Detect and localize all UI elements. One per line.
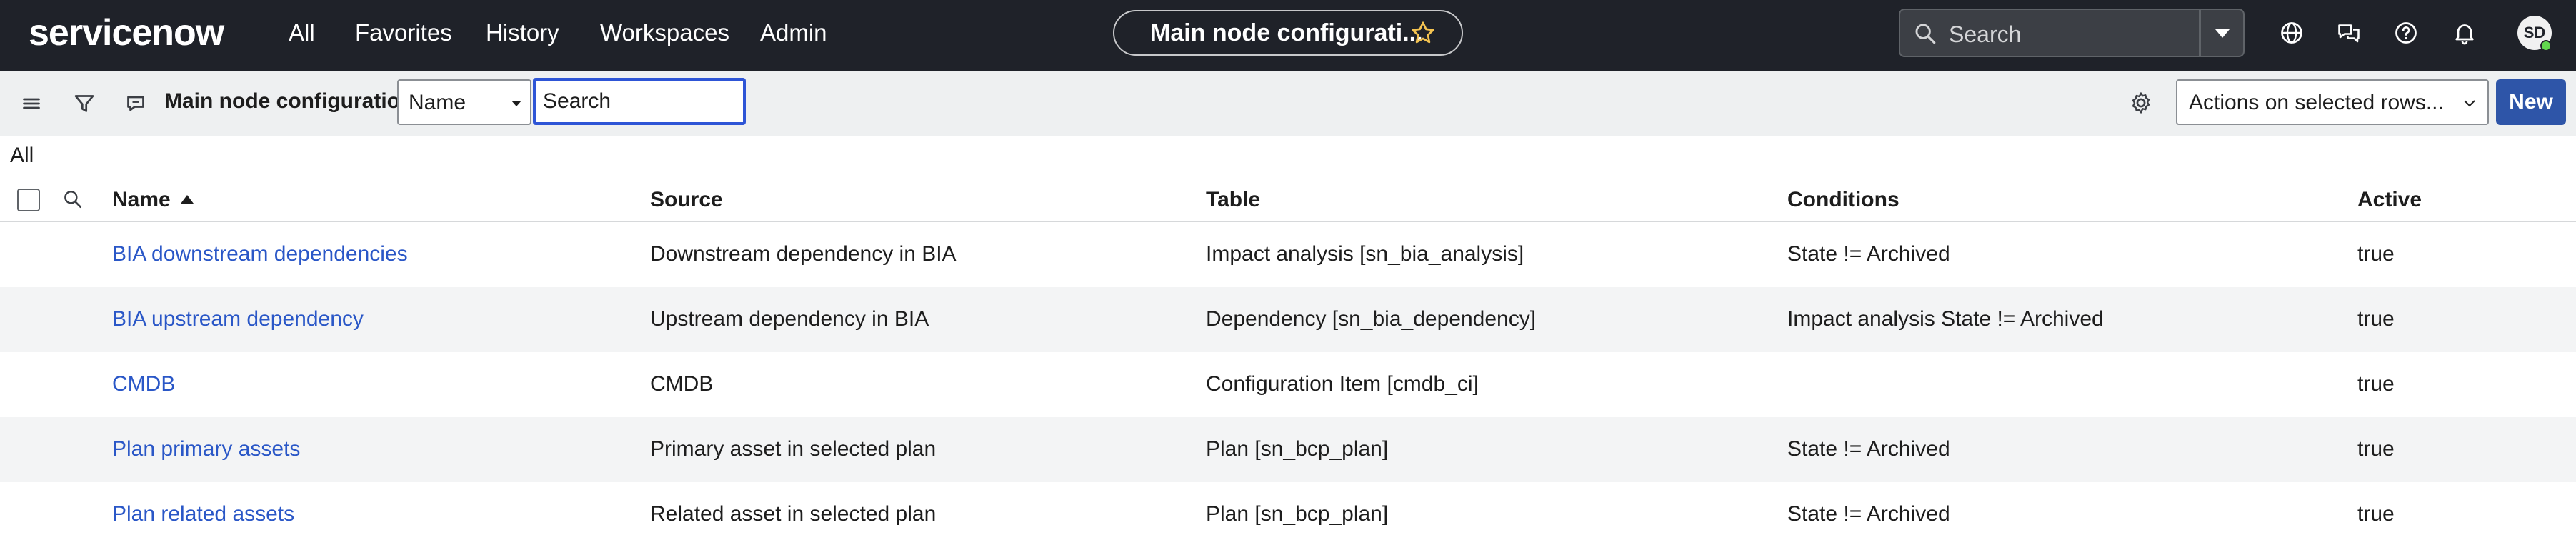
servicenow-logo[interactable]: servicenow [29, 11, 224, 54]
gear-icon[interactable] [2127, 89, 2155, 116]
cell-active: true [2357, 242, 2395, 266]
cell-source: Primary asset in selected plan [650, 437, 937, 461]
column-header-conditions[interactable]: Conditions [1787, 188, 1899, 212]
star-icon[interactable] [1410, 20, 1436, 46]
breadcrumb-all[interactable]: All [10, 144, 34, 168]
new-button[interactable]: New [2496, 79, 2566, 125]
table-row: Plan related assets Related asset in sel… [0, 482, 2576, 547]
cell-source: CMDB [650, 372, 714, 396]
table-row: BIA upstream dependency Upstream depende… [0, 287, 2576, 352]
bell-icon[interactable] [2452, 20, 2477, 46]
chevron-down-icon [2464, 100, 2475, 107]
cell-conditions: Impact analysis State != Archived [1787, 307, 2104, 331]
caret-down-icon [511, 101, 521, 106]
breadcrumb: All [0, 136, 2576, 176]
context-title: Main node configurati... [1150, 19, 1423, 46]
table-body: BIA downstream dependencies Downstream d… [0, 222, 2576, 547]
search-scope-dropdown[interactable] [2200, 9, 2245, 57]
filter-icon[interactable] [71, 91, 97, 116]
cell-active: true [2357, 372, 2395, 396]
globe-icon[interactable] [2279, 20, 2305, 46]
global-search-placeholder: Search [1949, 21, 2022, 47]
actions-on-selected-rows-select[interactable]: Actions on selected rows... [2176, 79, 2489, 125]
cell-active: true [2357, 502, 2395, 526]
cell-table: Configuration Item [cmdb_ci] [1206, 372, 1479, 396]
global-search-input[interactable]: Search [1899, 9, 2200, 57]
column-search-icon[interactable] [61, 188, 84, 211]
search-icon [1915, 24, 1936, 44]
search-field-value: Name [409, 91, 466, 114]
cell-table: Plan [sn_bcp_plan] [1206, 502, 1389, 526]
actions-label: Actions on selected rows... [2189, 91, 2444, 114]
cell-active: true [2357, 437, 2395, 461]
cell-source: Downstream dependency in BIA [650, 242, 957, 266]
caret-down-icon [2215, 29, 2230, 38]
search-field-select[interactable]: Name [397, 79, 531, 125]
cell-name-link[interactable]: CMDB [112, 372, 175, 396]
cell-table: Plan [sn_bcp_plan] [1206, 437, 1389, 461]
hamburger-menu-icon[interactable] [19, 91, 44, 116]
column-header-source[interactable]: Source [650, 188, 723, 212]
table-row: CMDB CMDB Configuration Item [cmdb_ci] t… [0, 352, 2576, 417]
list-search-input[interactable] [533, 78, 746, 125]
table-row: BIA downstream dependencies Downstream d… [0, 222, 2576, 287]
help-icon[interactable] [2393, 20, 2419, 46]
cell-active: true [2357, 307, 2395, 331]
select-all-checkbox[interactable] [17, 189, 40, 211]
menu-workspaces[interactable]: Workspaces [600, 19, 729, 46]
column-header-active[interactable]: Active [2357, 188, 2422, 212]
cell-name-link[interactable]: BIA upstream dependency [112, 307, 364, 331]
table-row: Plan primary assets Primary asset in sel… [0, 417, 2576, 482]
presence-indicator [2540, 40, 2552, 51]
chat-icon[interactable] [2336, 20, 2362, 46]
cell-table: Dependency [sn_bia_dependency] [1206, 307, 1537, 331]
context-title-pill[interactable]: Main node configurati... [1113, 10, 1463, 56]
comment-icon[interactable] [123, 91, 149, 116]
cell-conditions: State != Archived [1787, 502, 1950, 526]
menu-favorites[interactable]: Favorites [355, 19, 452, 46]
cell-conditions: State != Archived [1787, 437, 1950, 461]
column-header-table[interactable]: Table [1206, 188, 1260, 212]
cell-table: Impact analysis [sn_bia_analysis] [1206, 242, 1524, 266]
list-toolbar: Main node configurations Name Actions on… [0, 71, 2576, 136]
cell-name-link[interactable]: BIA downstream dependencies [112, 242, 408, 266]
cell-name-link[interactable]: Plan related assets [112, 502, 294, 526]
table-header: Name Source Table Conditions Active [0, 176, 2576, 222]
sort-ascending-icon [180, 195, 194, 204]
column-header-name[interactable]: Name [112, 188, 194, 212]
top-nav: servicenow All Favorites History Workspa… [0, 0, 2576, 71]
list-title: Main node configurations [164, 89, 425, 113]
menu-all[interactable]: All [289, 19, 315, 46]
menu-history[interactable]: History [486, 19, 559, 46]
cell-conditions: State != Archived [1787, 242, 1950, 266]
cell-name-link[interactable]: Plan primary assets [112, 437, 300, 461]
cell-source: Upstream dependency in BIA [650, 307, 929, 331]
menu-admin[interactable]: Admin [760, 19, 827, 46]
cell-source: Related asset in selected plan [650, 502, 937, 526]
